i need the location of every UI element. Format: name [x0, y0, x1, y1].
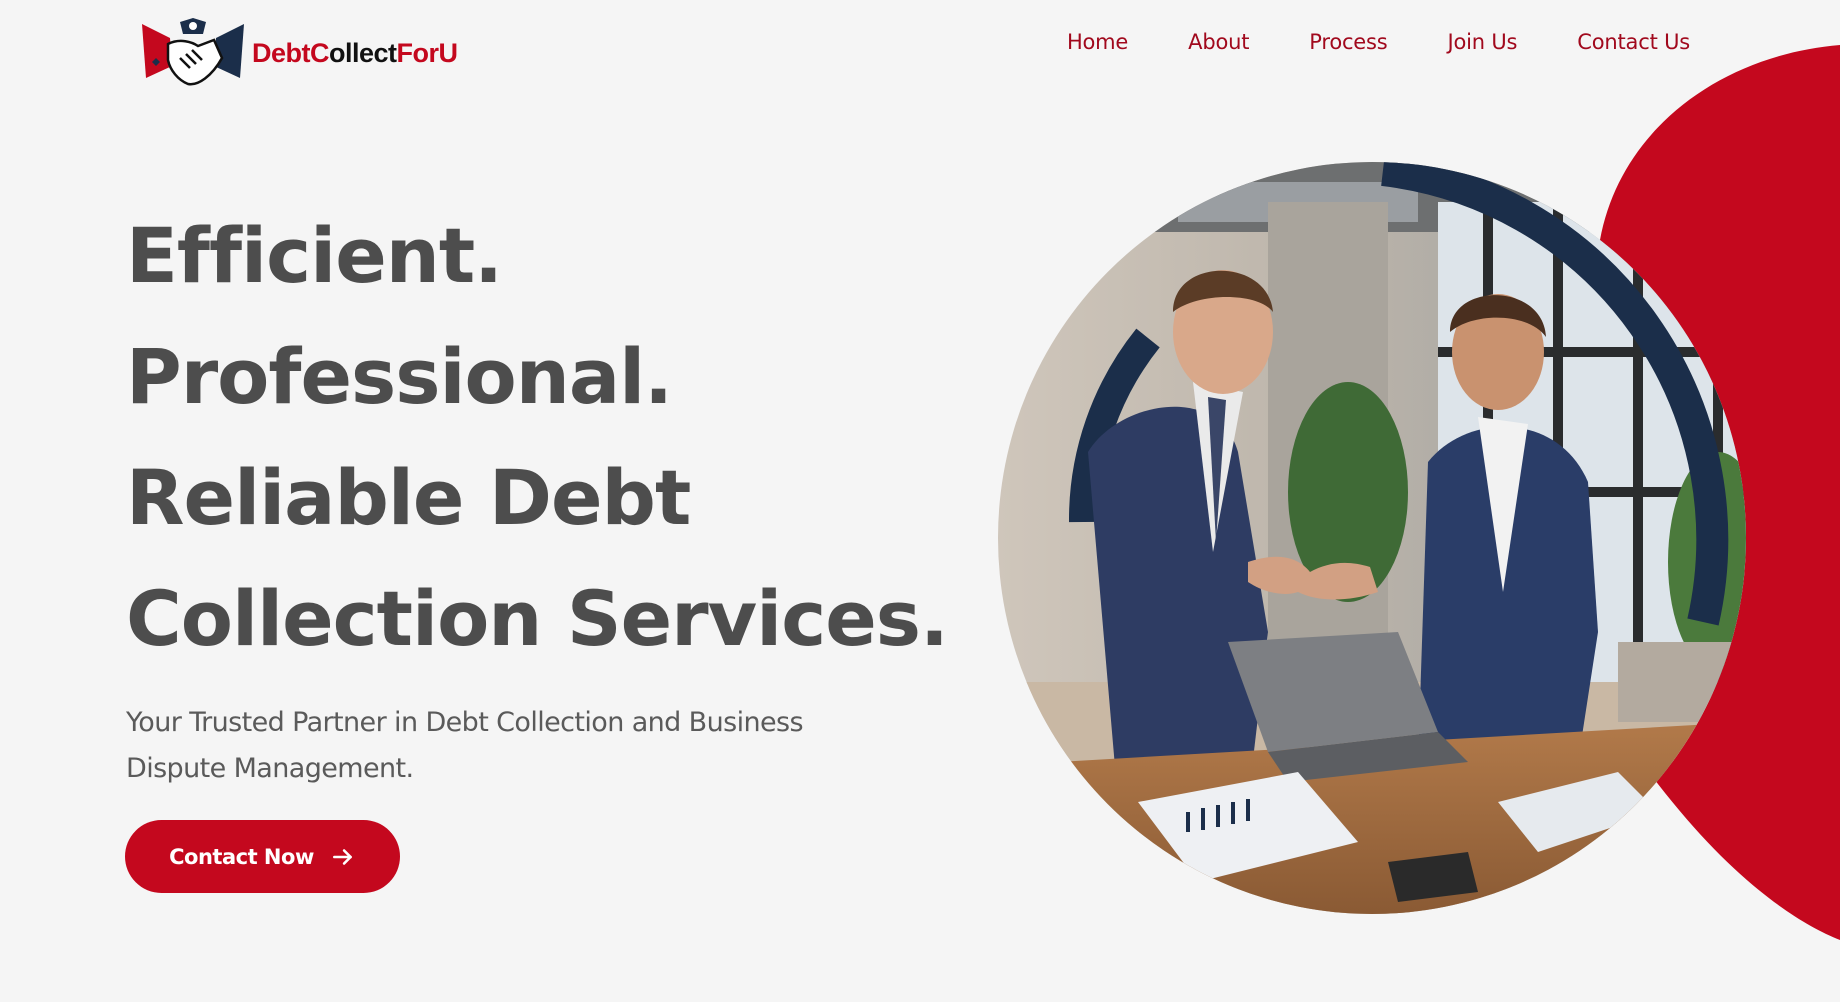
headline-line: Efficient. — [126, 211, 503, 300]
hero-headline: Efficient. Professional. Reliable Debt C… — [126, 195, 949, 679]
brand-name-part: Debt — [252, 37, 311, 68]
headline-line: Professional. — [126, 332, 673, 421]
handshake-logo-icon — [142, 18, 244, 86]
brand-name-part: U — [438, 37, 459, 68]
nav-item-process[interactable]: Process — [1309, 30, 1387, 54]
headline-line: Reliable Debt — [126, 453, 691, 542]
brand-name-part: For — [396, 37, 440, 68]
brand-name-part: ollect — [329, 37, 397, 68]
brand-name-part: C — [310, 37, 330, 68]
brand-logo[interactable]: Debt C ollect For U — [140, 16, 458, 90]
nav-item-join-us[interactable]: Join Us — [1448, 30, 1518, 54]
hero-subtext: Your Trusted Partner in Debt Collection … — [126, 707, 804, 784]
brand-name: Debt C ollect For U — [252, 38, 458, 69]
nav-item-home[interactable]: Home — [1067, 30, 1128, 54]
contact-now-button[interactable]: Contact Now — [125, 820, 400, 893]
main-nav: Home About Process Join Us Contact Us — [1067, 30, 1690, 54]
headline-line: Collection Services. — [126, 574, 949, 663]
nav-item-contact-us[interactable]: Contact Us — [1577, 30, 1690, 54]
business-handshake-photo — [998, 162, 1746, 914]
landing-page: Debt C ollect For U Home About Process J… — [0, 0, 1840, 1002]
nav-item-about[interactable]: About — [1188, 30, 1249, 54]
arrow-right-icon — [332, 848, 352, 865]
contact-now-label: Contact Now — [169, 844, 314, 869]
